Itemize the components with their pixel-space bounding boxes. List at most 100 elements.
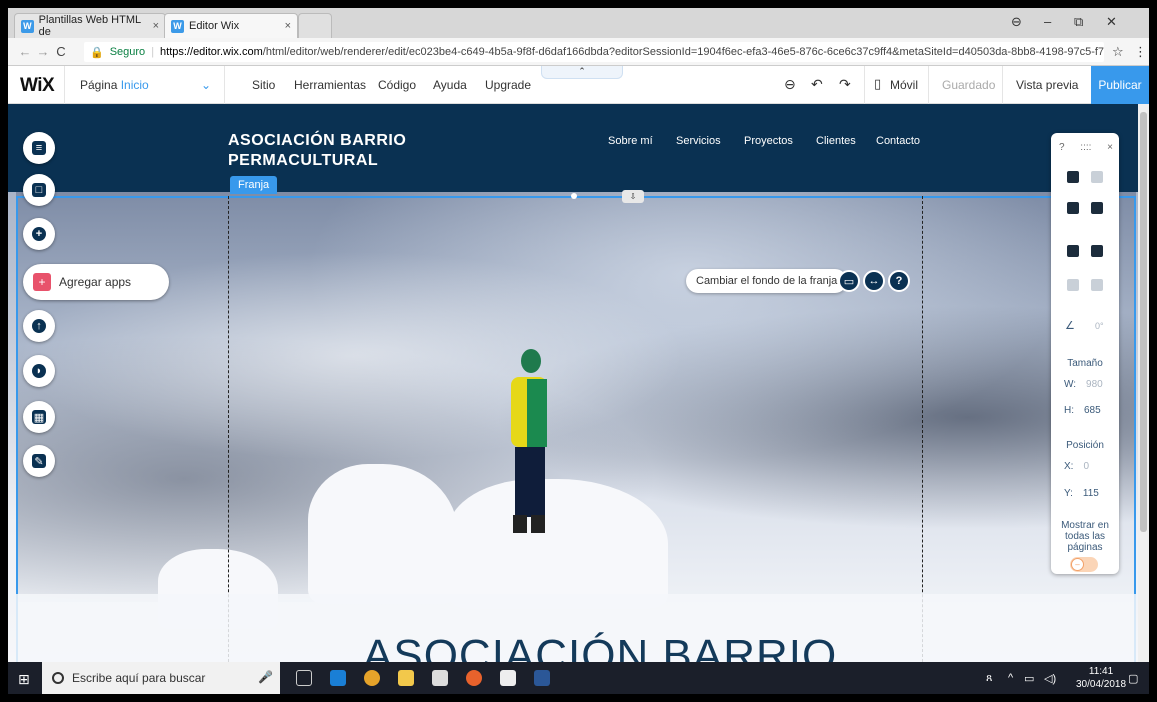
redo-icon[interactable]: ↷ [839,76,851,93]
paste-icon [1091,171,1103,183]
background-button[interactable]: □ [23,174,55,206]
menu-herramientas[interactable]: Herramientas [294,78,366,92]
panel-help-icon[interactable]: ? [1059,142,1065,153]
height-field[interactable]: H: 685 [1064,405,1101,416]
help-icon[interactable]: ? [888,270,910,292]
h-value: 685 [1084,405,1101,416]
menu-sitio[interactable]: Sitio [252,78,275,92]
chrome-icon[interactable] [364,670,380,686]
forward-icon[interactable]: → [34,44,52,59]
menu-ayuda[interactable]: Ayuda [433,78,467,92]
edge-icon[interactable] [330,670,346,686]
mobile-view-button[interactable]: Móvil [890,78,918,92]
send-backward-icon[interactable] [1091,245,1103,257]
stretch-icon[interactable]: ↔ [863,270,885,292]
editor-canvas[interactable]: ASOCIACIÓN BARRIO PERMACULTURAL Sobre mí… [8,104,1138,662]
file-explorer-icon[interactable] [398,670,414,686]
restore-button[interactable]: ⧉ [1074,14,1083,30]
blog-button[interactable]: ✎ [23,445,55,477]
hero-title[interactable]: ASOCIACIÓN BARRIO [363,631,837,662]
layout-icon[interactable]: ▭ [838,270,860,292]
windows-start-icon[interactable]: ⊞ [18,671,30,688]
word-icon[interactable] [534,670,550,686]
taskbar-clock[interactable]: 11:41 30/04/2018 [1076,665,1126,691]
trash-icon[interactable] [1091,202,1103,214]
tab-plantillas[interactable]: W Plantillas Web HTML de × [14,13,166,38]
panel-close-icon[interactable]: × [1107,142,1113,153]
add-apps-button[interactable]: + Agregar apps [23,264,169,300]
notifications-icon[interactable]: ▢ [1128,672,1138,685]
y-field[interactable]: Y: 115 [1064,488,1099,499]
divider [864,66,865,104]
volume-icon[interactable]: ◁) [1044,672,1056,685]
mobile-icon[interactable]: ▯ [874,76,881,92]
strip-anchor-button[interactable]: ⇩ [622,190,644,203]
tray-chevron-icon[interactable]: ^ [1008,672,1013,684]
nav-clientes[interactable]: Clientes [816,135,856,147]
new-tab-button[interactable] [298,13,332,38]
zoom-out-icon[interactable]: ⊖ [784,76,796,93]
cloud-upload-icon: ↑ [32,319,46,333]
undo-icon[interactable]: ↶ [811,76,823,93]
tab-title: Plantillas Web HTML de [38,14,141,38]
site-header[interactable]: ASOCIACIÓN BARRIO PERMACULTURAL Sobre mí… [8,104,1138,192]
store-icon[interactable] [432,670,448,686]
nav-contacto[interactable]: Contacto [876,135,920,147]
copy-icon[interactable] [1067,171,1079,183]
network-icon[interactable]: ▭ [1024,672,1034,685]
properties-panel: ? :::: × ∠ 0° Tamaño W: 980 H: 685 Posició… [1051,133,1119,574]
bring-forward-icon[interactable] [1067,245,1079,257]
close-window-button[interactable]: ✕ [1106,14,1117,30]
publish-button[interactable]: Publicar [1091,66,1149,104]
taskbar-search[interactable]: Escribe aquí para buscar [42,662,280,694]
back-icon[interactable]: ← [16,44,34,59]
close-tab-icon[interactable]: × [285,20,291,32]
panel-drag-icon[interactable]: :::: [1080,142,1091,153]
site-title-line1: ASOCIACIÓN BARRIO [228,132,407,149]
nav-proyectos[interactable]: Proyectos [744,135,793,147]
strip-tag[interactable]: Franja [230,176,278,194]
microphone-icon[interactable]: 🎤 [258,670,274,686]
canvas-scrollbar[interactable] [1138,104,1149,662]
add-button[interactable]: + [23,218,55,250]
x-field[interactable]: X: 0 [1064,461,1089,472]
nav-servicios[interactable]: Servicios [676,135,721,147]
people-icon[interactable]: ጸ [986,672,992,685]
scrollbar-thumb[interactable] [1140,112,1147,532]
mail-icon[interactable] [500,670,516,686]
chat-button[interactable]: ◗ [23,355,55,387]
site-title[interactable]: ASOCIACIÓN BARRIO PERMACULTURAL [228,131,458,171]
media-upload-button[interactable]: ↑ [23,310,55,342]
task-view-icon[interactable] [296,670,312,686]
width-field[interactable]: W: 980 [1064,379,1103,390]
chevron-down-icon[interactable]: ⌄ [201,78,211,92]
menu-upgrade[interactable]: Upgrade [485,78,531,92]
tab-editor-wix[interactable]: W Editor Wix × [164,13,298,38]
nav-sobre-mi[interactable]: Sobre mí [608,135,653,147]
wix-logo[interactable]: WiX [20,75,55,97]
w-label: W: [1064,379,1077,390]
minimize-button[interactable]: – [1044,14,1051,29]
menu-codigo[interactable]: Código [378,78,416,92]
close-tab-icon[interactable]: × [153,20,159,32]
bookmark-star-icon[interactable]: ☆ [1112,44,1124,60]
reload-icon[interactable]: C [52,44,70,59]
page-selector[interactable]: Página Inicio [80,78,149,92]
browser-menu-icon[interactable]: ⋮ [1134,44,1147,60]
collapse-toolbar-handle[interactable]: ⌃ [541,66,623,79]
rotate-icon[interactable]: ∠ [1065,319,1075,332]
y-label: Y: [1064,488,1073,499]
pages-menu-button[interactable]: ≡ [23,132,55,164]
background-icon: □ [32,183,46,197]
panel-header: ? :::: × [1059,142,1113,153]
strip-resize-handle[interactable] [571,193,577,199]
duplicate-icon[interactable] [1067,202,1079,214]
change-strip-background-button[interactable]: Cambiar el fondo de la franja [686,269,848,293]
profile-icon[interactable]: ⊖ [1011,14,1022,30]
url-field[interactable]: 🔒 Seguro | https://editor.wix.com /html/… [84,42,1104,62]
bookings-button[interactable]: ▦ [23,401,55,433]
show-all-pages-toggle[interactable]: – [1070,557,1098,572]
preview-button[interactable]: Vista previa [1016,78,1078,92]
plus-icon: + [32,227,46,241]
firefox-icon[interactable] [466,670,482,686]
